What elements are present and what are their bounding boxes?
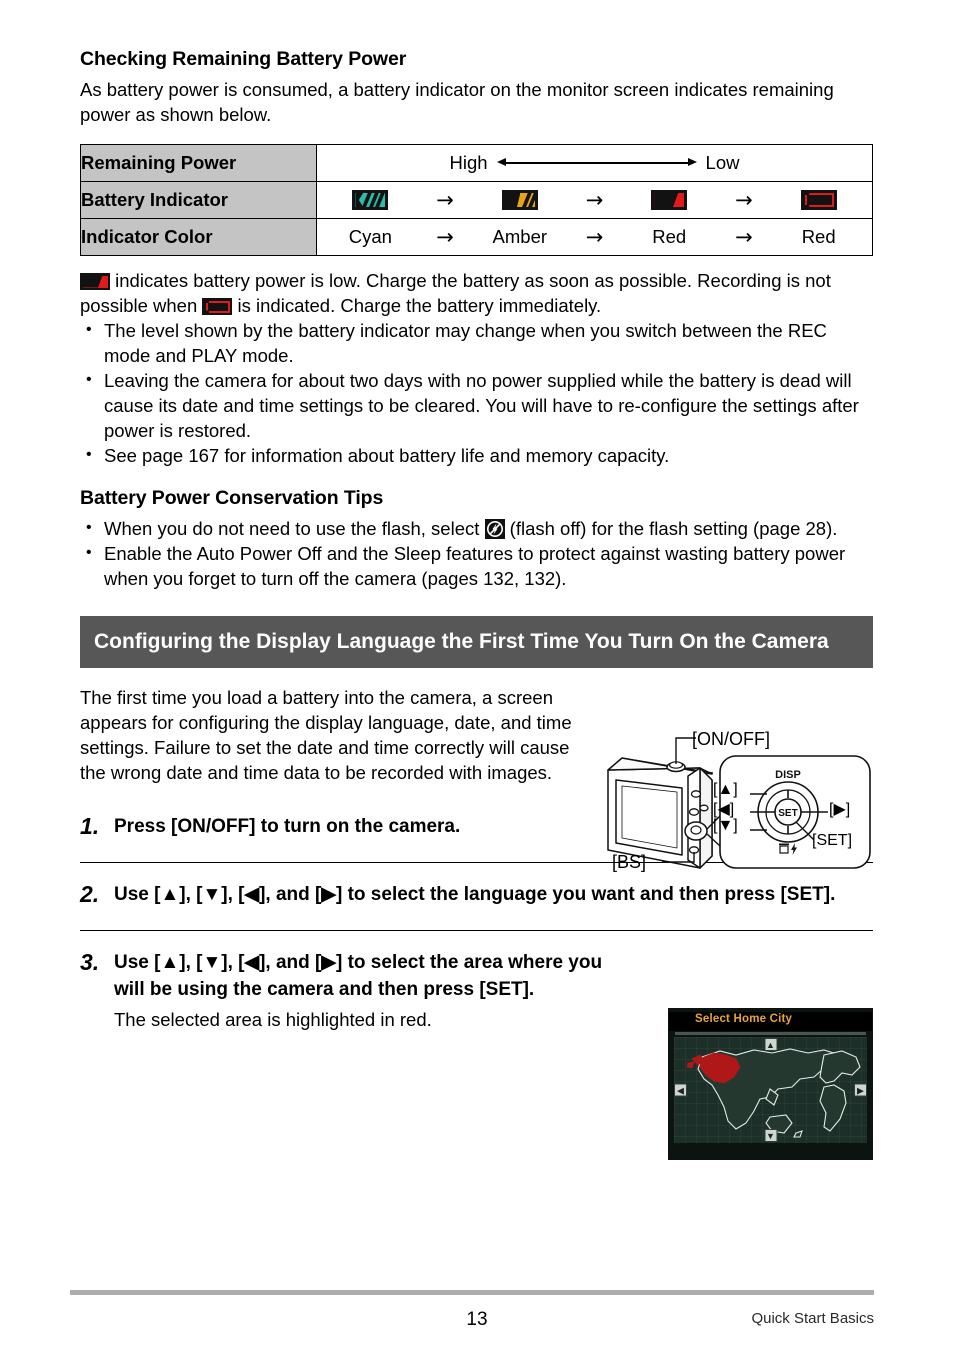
step-1-text: Press [ON/OFF] to turn on the camera. <box>114 816 461 837</box>
battery-mid-amber-icon <box>501 190 538 210</box>
tip-text-b: (flash off) for the flash setting (page … <box>509 518 838 539</box>
label-right: [▶] <box>829 801 851 818</box>
footer-divider <box>70 1290 874 1295</box>
battery-low-red-icon <box>651 190 688 210</box>
cell-indicator-colors: Cyan → Amber → Red → Red <box>316 218 873 256</box>
arrow-3: → <box>735 187 753 212</box>
arrow-2: → <box>585 187 604 212</box>
document-page: Checking Remaining Battery Power As batt… <box>0 0 954 1357</box>
label-low: Low <box>705 152 740 173</box>
color-value-3: Red <box>652 226 687 247</box>
table-row-battery-indicator: Battery Indicator → → → <box>80 181 873 219</box>
camera-diagram: SET DISP [ON/OFF] [BS] [▲] [◀] [▼] [▶] [… <box>600 728 880 878</box>
color-value-4: Red <box>801 226 836 247</box>
battery-low-note: indicates battery power is low. Charge t… <box>80 268 873 318</box>
battery-full-cyan-icon <box>352 190 389 210</box>
flash-off-icon <box>484 519 505 539</box>
map-title: Select Home City <box>695 1013 793 1025</box>
battery-empty-red-inline-icon <box>202 298 233 315</box>
arrow-4: → <box>436 224 454 249</box>
battery-low-red-inline-icon <box>80 273 110 290</box>
label-on-off: [ON/OFF] <box>692 729 770 749</box>
row-header-remaining-power: Remaining Power <box>80 144 317 182</box>
arrow-1: → <box>436 187 454 212</box>
footer-section-label: Quick Start Basics <box>751 1310 874 1327</box>
map-nav-up[interactable]: ▲ <box>764 1038 777 1051</box>
battery-power-table: Remaining Power High Low Battery Indicat… <box>80 144 873 256</box>
step-3-number: 3. <box>80 949 100 975</box>
step-3-text: Use [▲], [▼], [◀], and [▶] to select the… <box>114 952 603 1000</box>
conservation-tips-list: When you do not need to use the flash, s… <box>80 515 873 591</box>
world-map-svg <box>686 1048 861 1138</box>
step-1-number: 1. <box>80 813 100 839</box>
step-2-text: Use [▲], [▼], [◀], and [▶] to select the… <box>114 884 836 905</box>
list-item: The level shown by the battery indicator… <box>80 317 873 368</box>
step-3-subtext: The selected area is highlighted in red. <box>114 1009 432 1030</box>
label-high: High <box>449 152 488 173</box>
color-value-2: Amber <box>492 226 548 247</box>
list-item: Leaving the camera for about two days wi… <box>80 367 873 443</box>
heading-battery-power-conservation-tips: Battery Power Conservation Tips <box>80 487 384 509</box>
step-2-number: 2. <box>80 881 100 907</box>
row-header-battery-indicator: Battery Indicator <box>80 181 317 219</box>
table-row-indicator-color: Indicator Color Cyan → Amber → Red → Red <box>80 218 873 256</box>
icon-cell-1 <box>333 189 408 211</box>
step-2: 2. Use [▲], [▼], [◀], and [▶] to select … <box>80 881 873 908</box>
cell-high-low-scale: High Low <box>316 144 873 182</box>
label-bs: [BS] <box>612 852 647 872</box>
map-nav-left[interactable]: ◀ <box>674 1083 687 1097</box>
arrow-6: → <box>735 224 753 249</box>
label-down: [▼] <box>713 817 738 834</box>
map-body: ▲ ▼ ◀ ▶ <box>674 1037 867 1143</box>
map-nav-down[interactable]: ▼ <box>764 1129 777 1142</box>
select-home-city-screenshot: Select Home City ▲ ▼ ◀ ▶ <box>668 1008 873 1160</box>
battery-empty-red-icon <box>800 190 837 210</box>
step-divider-2 <box>80 930 873 931</box>
list-item: Enable the Auto Power Off and the Sleep … <box>80 540 873 591</box>
list-item: When you do not need to use the flash, s… <box>80 515 873 541</box>
icon-cell-3 <box>632 189 707 211</box>
label-up: [▲] <box>713 781 738 798</box>
color-value-1: Cyan <box>348 226 392 247</box>
row-header-indicator-color: Indicator Color <box>80 218 317 256</box>
note-text-2: is indicated. Charge the battery immedia… <box>237 295 602 316</box>
cell-battery-icons: → → → <box>316 181 873 219</box>
icon-cell-4 <box>781 189 856 211</box>
set-center-label: SET <box>778 808 797 819</box>
page-content: Checking Remaining Battery Power As batt… <box>80 48 873 1033</box>
label-left: [◀] <box>713 801 735 818</box>
list-item: See page 167 for information about batte… <box>80 442 873 468</box>
map-separator <box>675 1032 866 1035</box>
map-nav-right[interactable]: ▶ <box>854 1083 867 1097</box>
tip-text-a: When you do not need to use the flash, s… <box>104 518 480 539</box>
disp-label: DISP <box>775 769 801 781</box>
battery-notes-list: The level shown by the battery indicator… <box>80 317 873 468</box>
label-set: [SET] <box>812 832 853 849</box>
section3-intro: The first time you load a battery into t… <box>80 687 572 783</box>
table-row-remaining-power: Remaining Power High Low <box>80 144 873 182</box>
intro-paragraph: As battery power is consumed, a battery … <box>80 79 834 125</box>
section-banner-configuring-display-language: Configuring the Display Language the Fir… <box>80 616 873 668</box>
icon-cell-2 <box>482 189 557 211</box>
double-arrow-icon <box>496 156 697 170</box>
arrow-5: → <box>585 224 604 249</box>
heading-checking-remaining-battery-power: Checking Remaining Battery Power <box>80 48 407 70</box>
